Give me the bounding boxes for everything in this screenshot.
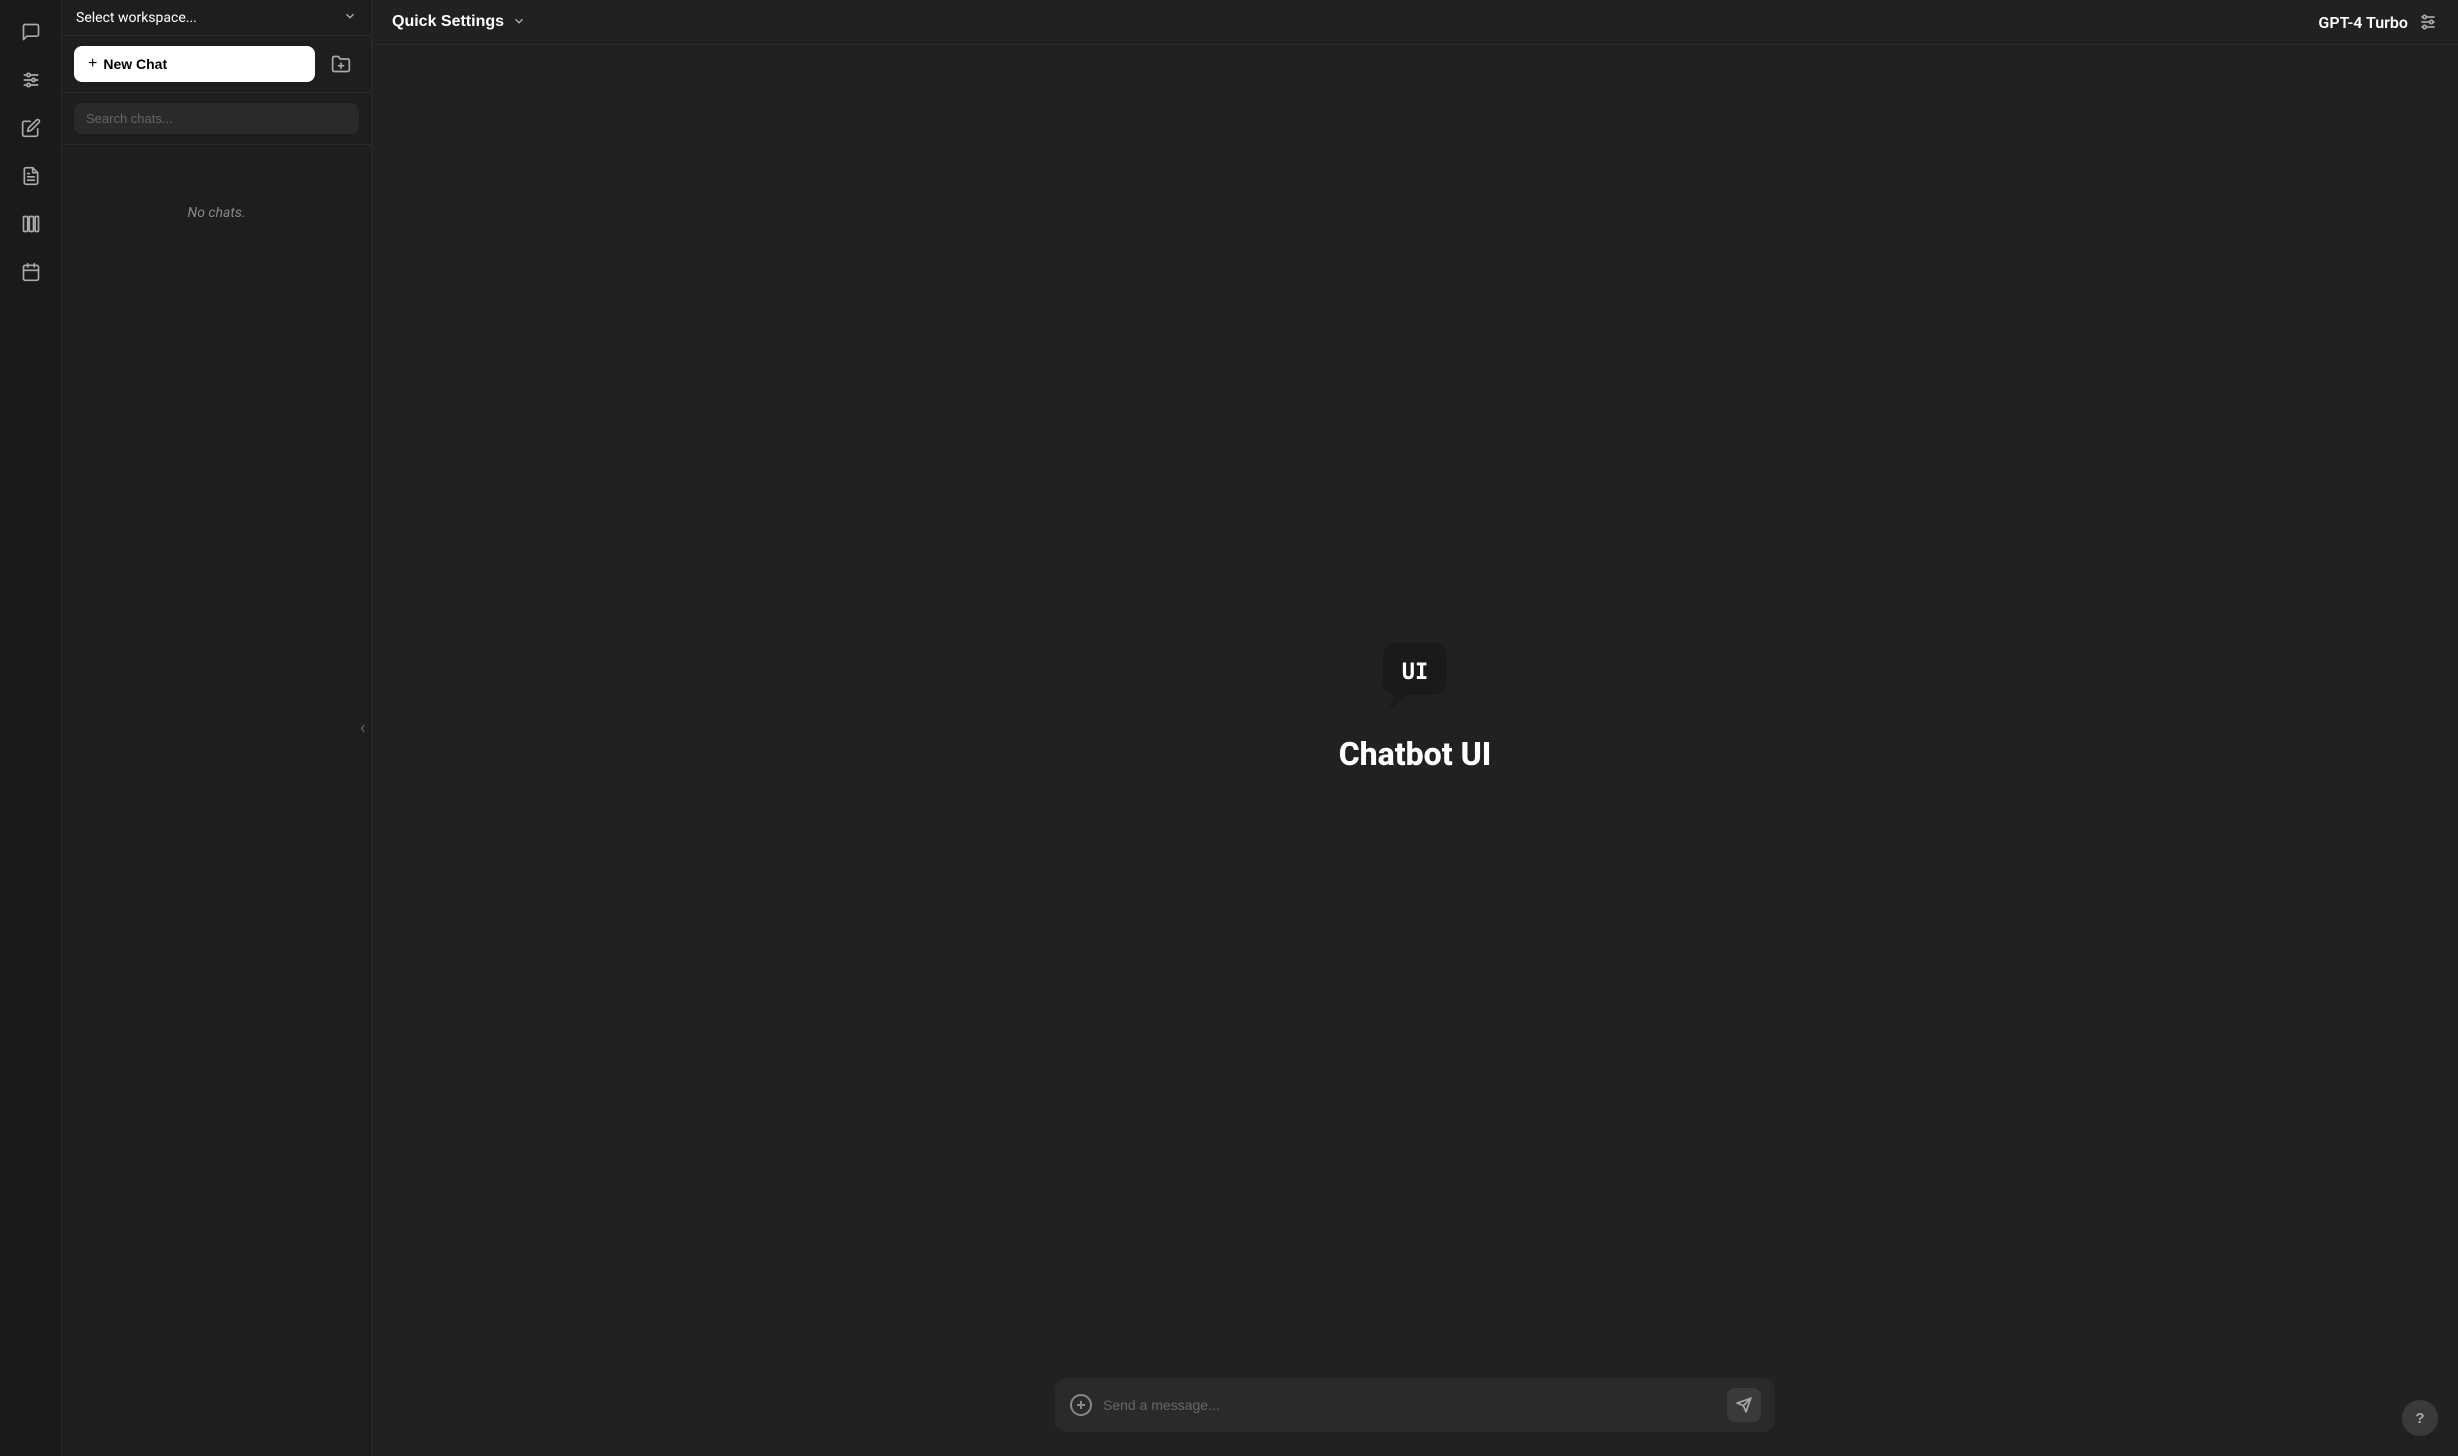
- attach-button[interactable]: [1069, 1393, 1093, 1417]
- new-chat-label: New Chat: [103, 56, 167, 72]
- model-selector[interactable]: GPT-4 Turbo: [2318, 12, 2438, 32]
- document-icon: [21, 166, 41, 186]
- send-button[interactable]: [1727, 1388, 1761, 1422]
- collapse-sidebar-handle[interactable]: ‹: [360, 718, 365, 739]
- model-name: GPT-4 Turbo: [2318, 13, 2408, 32]
- main-content: Quick Settings GPT-4 Turbo: [372, 0, 2458, 1456]
- help-label: ?: [2415, 1410, 2424, 1427]
- top-header: Quick Settings GPT-4 Turbo: [372, 0, 2458, 45]
- workspace-label: Select workspace...: [76, 10, 197, 26]
- workspace-selector[interactable]: Select workspace...: [62, 0, 371, 36]
- bottom-input-area: [372, 1362, 2458, 1456]
- center-logo-area: UI Chatbot UI: [372, 45, 2458, 1362]
- quick-settings-chevron-icon: [512, 14, 526, 31]
- filters-nav-button[interactable]: [11, 60, 51, 100]
- edit-icon: [21, 118, 41, 138]
- svg-text:UI: UI: [1402, 660, 1429, 685]
- search-container: [62, 93, 371, 145]
- new-chat-button[interactable]: + New Chat: [74, 46, 315, 82]
- tune-icon: [2418, 12, 2438, 32]
- workspace-chevron-icon: [343, 8, 357, 27]
- edit-nav-button[interactable]: [11, 108, 51, 148]
- document-nav-button[interactable]: [11, 156, 51, 196]
- attach-icon: [1069, 1393, 1093, 1417]
- tasks-nav-button[interactable]: [11, 252, 51, 292]
- library-icon: [21, 214, 41, 234]
- tasks-icon: [21, 262, 41, 282]
- search-input[interactable]: [74, 103, 359, 134]
- quick-settings-button[interactable]: Quick Settings: [392, 13, 526, 31]
- message-input-container: [1055, 1378, 1775, 1432]
- send-icon: [1736, 1397, 1752, 1413]
- chat-nav-button[interactable]: [11, 12, 51, 52]
- new-chat-row: + New Chat: [62, 36, 371, 93]
- chat-icon: [21, 22, 41, 42]
- library-nav-button[interactable]: [11, 204, 51, 244]
- sliders-icon: [21, 70, 41, 90]
- logo-bubble-icon: UI: [1375, 635, 1455, 715]
- new-folder-button[interactable]: [323, 46, 359, 82]
- chat-sidebar: Select workspace... + New Chat No chats.: [62, 0, 372, 1456]
- app-title: Chatbot UI: [1339, 735, 1492, 773]
- app-logo: UI: [1375, 635, 1455, 719]
- plus-icon: +: [88, 55, 97, 73]
- no-chats-message: No chats.: [62, 145, 371, 1456]
- quick-settings-label: Quick Settings: [392, 13, 504, 31]
- icon-sidebar: [0, 0, 62, 1456]
- help-button[interactable]: ?: [2402, 1400, 2438, 1436]
- message-input[interactable]: [1103, 1397, 1717, 1413]
- folder-plus-icon: [331, 54, 351, 74]
- model-settings-button[interactable]: [2418, 12, 2438, 32]
